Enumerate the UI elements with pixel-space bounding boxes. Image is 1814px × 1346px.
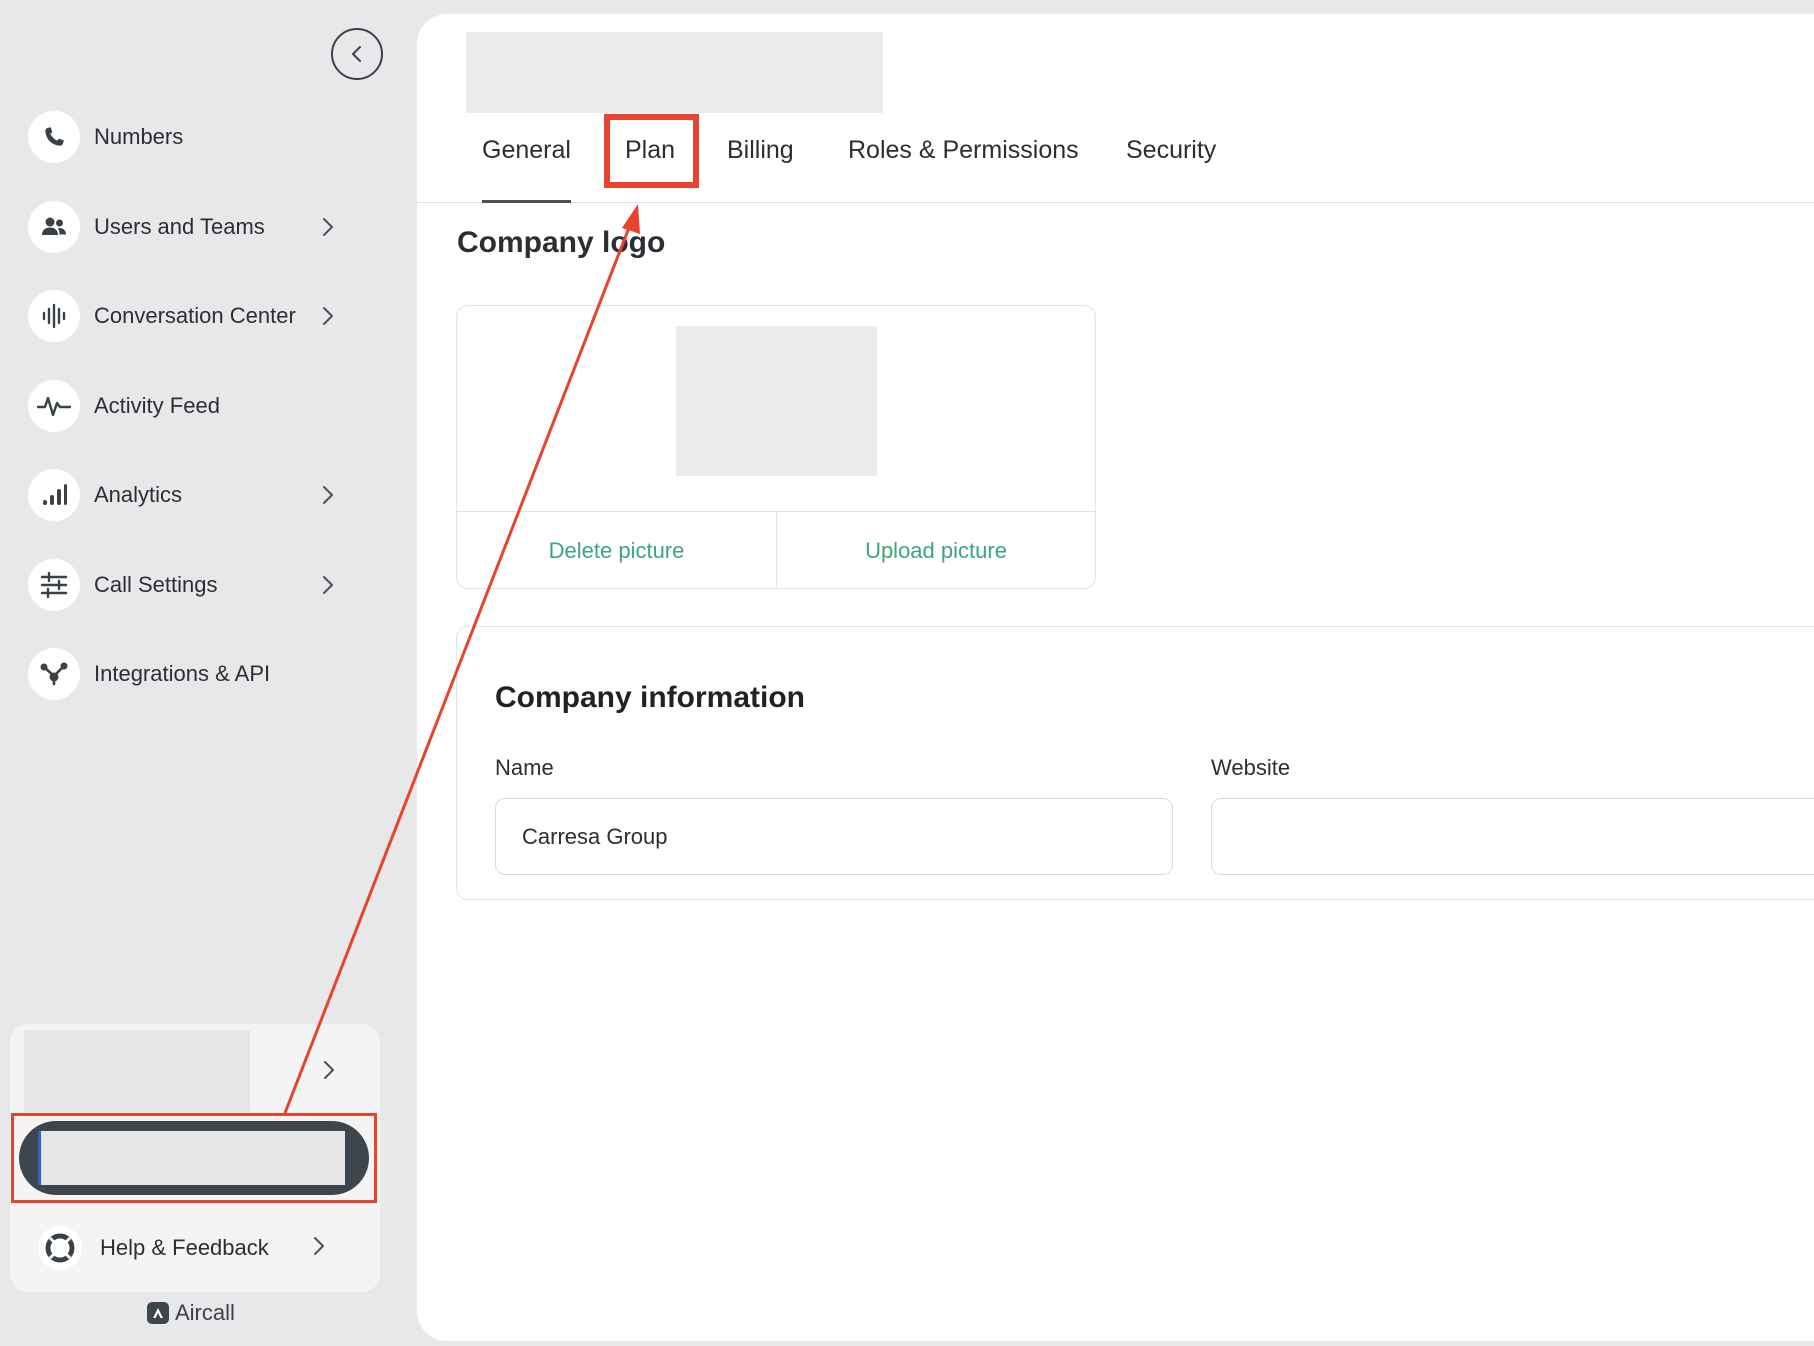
aircall-logo-icon	[147, 1302, 169, 1324]
sidebar-item-conversation-center[interactable]: Conversation Center	[28, 290, 348, 342]
sidebar-item-label: Analytics	[94, 482, 183, 507]
sidebar-item-analytics[interactable]: Analytics	[28, 469, 348, 521]
sidebar-item-integrations-api[interactable]: Integrations & API	[28, 648, 348, 700]
phone-icon	[28, 111, 80, 163]
help-feedback-button[interactable]: Help & Feedback	[38, 1226, 269, 1270]
lifebuoy-icon	[38, 1226, 82, 1270]
sidebar: Numbers Users and Teams Conversation Cen…	[0, 0, 416, 1346]
chevron-left-icon	[352, 46, 361, 62]
company-info-title: Company information	[495, 681, 806, 714]
chevron-right-icon	[323, 307, 333, 325]
users-icon	[28, 200, 80, 253]
company-info-card: Company information Name Carresa Group W…	[456, 626, 1814, 900]
sidebar-item-label: Users and Teams	[94, 213, 265, 239]
chevron-right-icon	[323, 575, 333, 594]
account-switcher[interactable]	[24, 1030, 250, 1112]
sliders-icon	[28, 558, 80, 611]
name-field-label: Name	[495, 755, 554, 780]
help-feedback-label: Help & Feedback	[100, 1235, 269, 1260]
tab-general[interactable]: General	[482, 114, 571, 203]
sidebar-item-activity-feed[interactable]: Activity Feed	[28, 379, 348, 432]
sidebar-item-label: Conversation Center	[94, 303, 296, 328]
company-logo-card: Delete picture Upload picture	[456, 305, 1096, 589]
chevron-right-icon	[323, 486, 333, 504]
delete-picture-button[interactable]: Delete picture	[457, 512, 776, 589]
chevron-right-icon	[324, 1061, 334, 1079]
annotation-highlight-box	[11, 1113, 377, 1203]
chevron-right-icon	[323, 217, 333, 236]
company-logo-title: Company logo	[457, 226, 666, 259]
sidebar-item-label: Numbers	[94, 124, 184, 149]
tab-roles-permissions[interactable]: Roles & Permissions	[848, 114, 1079, 203]
brand-logo: Aircall	[147, 1300, 235, 1326]
pill-redacted-content	[38, 1131, 345, 1185]
tab-security[interactable]: Security	[1126, 114, 1216, 203]
upload-picture-button[interactable]: Upload picture	[776, 512, 1095, 589]
chevron-right-icon	[314, 1237, 324, 1255]
pulse-icon	[28, 379, 80, 432]
sidebar-item-users-and-teams[interactable]: Users and Teams	[28, 200, 348, 253]
annotation-plan-highlight	[604, 114, 699, 188]
bar-chart-icon	[28, 469, 80, 521]
sidebar-item-label: Call Settings	[94, 571, 218, 597]
website-field-label: Website	[1211, 755, 1291, 780]
website-input[interactable]	[1211, 798, 1814, 875]
sidebar-item-label: Integrations & API	[94, 661, 271, 686]
logo-actions: Delete picture Upload picture	[457, 511, 1095, 589]
tab-billing[interactable]: Billing	[727, 114, 794, 203]
page-title-redacted	[466, 32, 883, 113]
sidebar-item-call-settings[interactable]: Call Settings	[28, 558, 348, 611]
sidebar-item-label: Activity Feed	[94, 392, 220, 418]
company-logo-image	[676, 326, 877, 476]
name-input[interactable]: Carresa Group	[495, 798, 1173, 875]
waveform-icon	[28, 290, 80, 342]
main-panel: General Plan Billing Roles & Permissions…	[417, 14, 1814, 1341]
upgrade-pill-button[interactable]	[19, 1121, 369, 1195]
integrations-icon	[28, 648, 80, 700]
sidebar-item-numbers[interactable]: Numbers	[28, 111, 348, 163]
sidebar-nav: Numbers Users and Teams Conversation Cen…	[28, 111, 348, 738]
brand-name: Aircall	[175, 1300, 235, 1325]
collapse-sidebar-button[interactable]	[331, 28, 383, 80]
